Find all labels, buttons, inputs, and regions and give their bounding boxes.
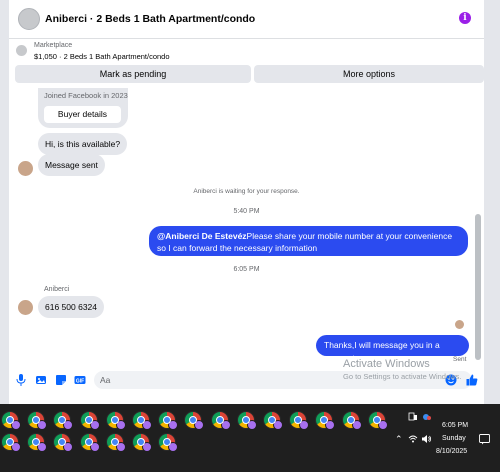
wifi-icon[interactable]: [408, 434, 418, 446]
profile-badge-icon: [299, 420, 310, 430]
profile-badge-icon: [89, 420, 100, 430]
avatar[interactable]: [18, 300, 33, 315]
browser-profile-icon[interactable]: [264, 412, 283, 430]
browser-profile-icon[interactable]: [211, 412, 231, 430]
browser-profile-icon[interactable]: [185, 412, 205, 430]
meet-icon[interactable]: [408, 412, 418, 424]
chevron-up-icon[interactable]: ⌃: [395, 434, 403, 445]
message-list: Joined Facebook in 2023 Buyer details Hi…: [9, 88, 484, 368]
timestamp: 5:40 PM: [233, 208, 260, 215]
profile-badge-icon: [89, 442, 100, 452]
profile-badge-icon: [37, 442, 48, 452]
profile-badge-icon: [142, 420, 152, 430]
profile-badge-icon: [63, 442, 74, 452]
conversation-title[interactable]: Aniberci · 2 Beds 1 Bath Apartment/condo: [45, 13, 255, 25]
info-icon[interactable]: i: [459, 12, 471, 24]
profile-badge-icon: [325, 420, 336, 430]
more-options-button[interactable]: More options: [254, 65, 484, 83]
watermark-subtitle: Go to Settings to activate Windows.: [343, 372, 462, 381]
profile-badge-icon: [11, 442, 21, 452]
profile-badge-icon: [273, 420, 283, 430]
mark-as-pending-button[interactable]: Mark as pending: [15, 65, 251, 83]
outgoing-message: @Aniberci De EstevézPlease share your mo…: [149, 226, 468, 256]
browser-profile-icon[interactable]: [316, 412, 336, 430]
scrollbar-thumb[interactable]: [475, 214, 481, 360]
activate-windows-watermark: Activate Windows Go to Settings to activ…: [343, 358, 461, 381]
browser-profile-icon[interactable]: [342, 412, 362, 430]
timestamp: 6:05 PM: [233, 266, 260, 273]
browser-profile-icon[interactable]: [54, 434, 74, 452]
profile-badge-icon: [142, 442, 152, 452]
watermark-title: Activate Windows: [343, 358, 430, 370]
browser-profile-icon[interactable]: [2, 412, 21, 430]
message-input-placeholder: Aa: [100, 375, 111, 385]
profile-badge-icon: [11, 420, 21, 430]
sender-name: Aniberci: [44, 286, 70, 293]
thumbs-up-icon[interactable]: [466, 374, 478, 386]
notification-icon[interactable]: [479, 434, 490, 447]
gif-icon[interactable]: GIF: [74, 374, 86, 386]
browser-profile-icon[interactable]: [28, 412, 48, 430]
microphone-icon[interactable]: [15, 374, 27, 386]
marketplace-listing-bar: Marketplace $1,050 · 2 Beds 1 Bath Apart…: [9, 39, 484, 87]
browser-profile-icon[interactable]: [80, 434, 100, 452]
profile-badge-icon: [351, 420, 362, 430]
outgoing-message: Thanks,I will message you in a moment.: [316, 335, 469, 363]
incoming-message: 616 500 6324: [38, 296, 104, 318]
incoming-message: Hi, is this available?: [38, 133, 128, 155]
taskbar: ⌃: [0, 404, 500, 472]
mention[interactable]: @Aniberci De Estevéz: [157, 231, 247, 241]
profile-badge-icon: [63, 420, 74, 430]
browser-profile-icon[interactable]: [28, 434, 48, 452]
joined-date: Joined Facebook in 2023: [44, 91, 128, 100]
photo-icon[interactable]: [35, 374, 47, 386]
sticker-icon[interactable]: [55, 374, 67, 386]
incoming-message: Message sent: [38, 154, 105, 176]
browser-profile-icon[interactable]: [159, 434, 179, 452]
browser-profile-icon[interactable]: [54, 412, 74, 430]
chat-window: Aniberci · 2 Beds 1 Bath Apartment/condo…: [9, 0, 484, 404]
chat-header: Aniberci · 2 Beds 1 Bath Apartment/condo…: [9, 0, 484, 39]
clock-time[interactable]: 6:05 PM: [442, 422, 468, 429]
profile-badge-icon: [168, 442, 179, 452]
browser-profile-icon[interactable]: [159, 412, 179, 430]
browser-profile-icon[interactable]: [133, 434, 152, 452]
profile-badge-icon: [194, 420, 205, 430]
browser-profile-icon[interactable]: [106, 412, 126, 430]
browser-profile-icon[interactable]: [133, 412, 152, 430]
profile-badge-icon: [246, 420, 257, 430]
browser-profile-icon[interactable]: [368, 412, 388, 430]
avatar[interactable]: [18, 161, 33, 176]
svg-text:GIF: GIF: [76, 378, 84, 384]
profile-badge-icon: [37, 420, 48, 430]
buyer-profile-card: Joined Facebook in 2023 Buyer details: [38, 88, 128, 128]
clock-date[interactable]: 8/10/2025: [436, 448, 467, 455]
profile-badge-icon: [377, 420, 388, 430]
browser-profile-icon[interactable]: [290, 412, 310, 430]
security-icon[interactable]: [422, 412, 432, 424]
clock-day[interactable]: Sunday: [442, 435, 466, 442]
listing-thumbnail: [16, 45, 27, 56]
profile-badge-icon: [168, 420, 179, 430]
browser-profile-icon[interactable]: [80, 412, 100, 430]
buyer-details-button[interactable]: Buyer details: [44, 106, 121, 123]
scrollbar[interactable]: [475, 88, 481, 368]
profile-badge-icon: [115, 442, 126, 452]
browser-profile-icon[interactable]: [106, 434, 126, 452]
profile-badge-icon: [115, 420, 126, 430]
browser-profile-icon[interactable]: [2, 434, 21, 452]
volume-icon[interactable]: [421, 434, 432, 446]
browser-profile-icon[interactable]: [237, 412, 257, 430]
marketplace-label: Marketplace: [34, 42, 73, 49]
listing-summary[interactable]: $1,050 · 2 Beds 1 Bath Apartment/condo: [34, 52, 170, 61]
waiting-notice: Aniberci is waiting for your response.: [193, 188, 300, 195]
avatar[interactable]: [18, 8, 40, 30]
read-receipt-avatar: [455, 320, 464, 329]
profile-badge-icon: [220, 420, 231, 430]
